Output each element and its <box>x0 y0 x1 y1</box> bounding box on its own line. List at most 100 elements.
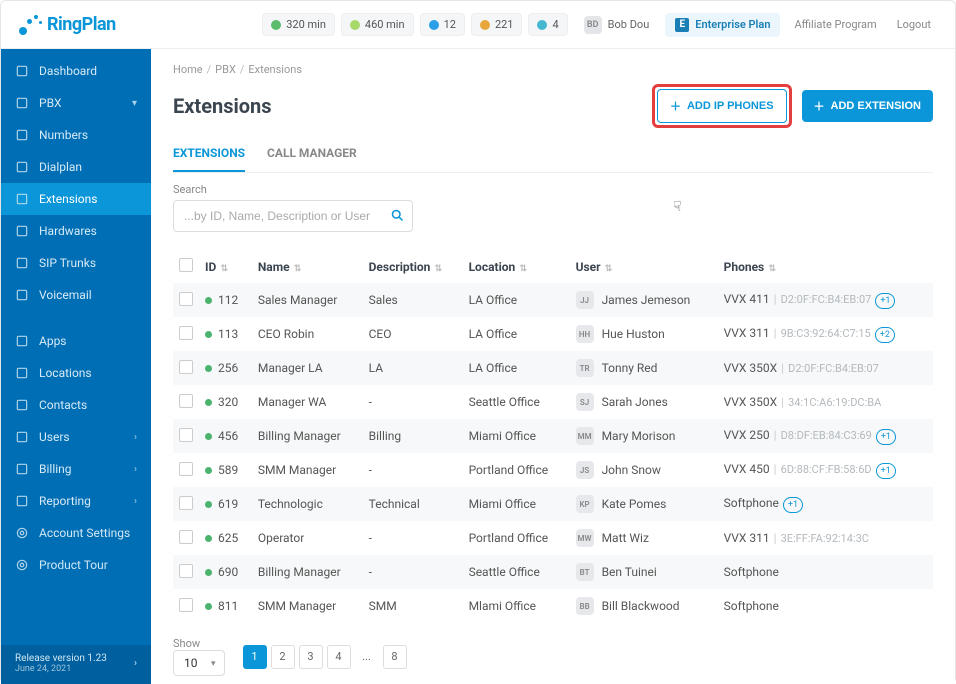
sidebar-item-pbx[interactable]: PBX▾ <box>1 87 151 119</box>
sidebar-item-extensions[interactable]: Extensions <box>1 183 151 215</box>
phone-count-badge[interactable]: +1 <box>876 429 896 445</box>
sidebar-item-voicemail[interactable]: Voicemail <box>1 279 151 311</box>
sidebar-item-dialplan[interactable]: Dialplan <box>1 151 151 183</box>
table-row[interactable]: 113 CEO Robin CEO LA Office HHHue Huston… <box>173 317 933 351</box>
table-row[interactable]: 625 Operator - Portland Office MWMatt Wi… <box>173 521 933 555</box>
row-checkbox[interactable] <box>179 360 193 374</box>
page-size-select[interactable]: 10 ▾ <box>173 650 225 676</box>
ext-id: 690 <box>218 565 238 579</box>
sidebar-item-billing[interactable]: Billing› <box>1 453 151 485</box>
breadcrumb-part: Extensions <box>248 63 302 76</box>
phone-model: Softphone <box>724 599 779 613</box>
sidebar-item-users[interactable]: Users› <box>1 421 151 453</box>
stat-value: 320 min <box>286 18 326 31</box>
ext-description: Sales <box>363 283 463 317</box>
row-checkbox[interactable] <box>179 462 193 476</box>
table-row[interactable]: 690 Billing Manager - Seattle Office BTB… <box>173 555 933 589</box>
stat-pill-1[interactable]: 460 min <box>341 13 414 36</box>
row-checkbox[interactable] <box>179 326 193 340</box>
stat-value: 460 min <box>365 18 405 31</box>
phone-count-badge[interactable]: +1 <box>783 497 803 513</box>
add-extension-button[interactable]: ＋ ADD EXTENSION <box>802 90 933 122</box>
logo-dots-icon <box>19 15 43 35</box>
row-checkbox[interactable] <box>179 428 193 442</box>
breadcrumb-part[interactable]: PBX <box>215 63 236 76</box>
search-input[interactable] <box>173 200 413 232</box>
sidebar-item-hardwares[interactable]: Hardwares <box>1 215 151 247</box>
table-row[interactable]: 811 SMM Manager SMM Mlami Office BBBill … <box>173 589 933 623</box>
gear-icon <box>15 526 29 540</box>
sort-icon: ⇅ <box>603 264 613 274</box>
ext-id: 625 <box>218 531 238 545</box>
status-dot-icon <box>205 467 212 474</box>
logo[interactable]: RingPlan <box>19 14 116 35</box>
column-id[interactable]: ID ⇅ <box>199 250 252 283</box>
row-checkbox[interactable] <box>179 564 193 578</box>
highlight-annotation: ＋ ADD IP PHONES <box>652 84 792 128</box>
select-all-checkbox[interactable] <box>179 258 193 272</box>
phone-model: Softphone <box>724 496 779 510</box>
stat-pill-2[interactable]: 12 <box>420 13 465 36</box>
page-8[interactable]: 8 <box>383 645 407 669</box>
tab-extensions[interactable]: EXTENSIONS <box>173 138 245 172</box>
column-user[interactable]: User ⇅ <box>570 250 718 283</box>
user-avatar-icon: TR <box>576 359 594 377</box>
row-checkbox[interactable] <box>179 496 193 510</box>
table-row[interactable]: 256 Manager LA LA LA Office TRTonny Red … <box>173 351 933 385</box>
table-row[interactable]: 320 Manager WA - Seattle Office SJSarah … <box>173 385 933 419</box>
stat-pill-4[interactable]: 4 <box>528 13 567 36</box>
user-menu[interactable]: BD Bob Dou <box>576 12 658 38</box>
phone-count-badge[interactable]: +2 <box>875 327 895 343</box>
tab-call-manager[interactable]: CALL MANAGER <box>267 138 357 172</box>
nav-icon <box>15 288 29 302</box>
add-ip-phones-button[interactable]: ＋ ADD IP PHONES <box>657 89 787 123</box>
plan-badge[interactable]: E Enterprise Plan <box>665 13 780 37</box>
sidebar-bottom-account-settings[interactable]: Account Settings <box>1 517 151 549</box>
ext-location: Portland Office <box>463 453 570 487</box>
phone-mac: 9B:C3:92:64:C7:15 <box>781 327 871 340</box>
sidebar-item-dashboard[interactable]: Dashboard <box>1 55 151 87</box>
column-location[interactable]: Location ⇅ <box>463 250 570 283</box>
breadcrumb-part[interactable]: Home <box>173 63 203 76</box>
table-row[interactable]: 619 Technologic Technical Miami Office K… <box>173 487 933 521</box>
column-description[interactable]: Description ⇅ <box>363 250 463 283</box>
sidebar-item-apps[interactable]: Apps <box>1 325 151 357</box>
release-banner[interactable]: Release version 1.23 June 24, 2021 › <box>1 645 151 684</box>
column-phones[interactable]: Phones ⇅ <box>718 250 933 283</box>
row-checkbox[interactable] <box>179 394 193 408</box>
page-1[interactable]: 1 <box>243 645 267 669</box>
affiliate-link[interactable]: Affiliate Program <box>788 14 882 35</box>
table-row[interactable]: 589 SMM Manager - Portland Office JSJohn… <box>173 453 933 487</box>
sidebar-item-reporting[interactable]: Reporting› <box>1 485 151 517</box>
sidebar-item-numbers[interactable]: Numbers <box>1 119 151 151</box>
stat-pill-3[interactable]: 221 <box>471 13 523 36</box>
sidebar-item-sip-trunks[interactable]: SIP Trunks <box>1 247 151 279</box>
row-checkbox[interactable] <box>179 530 193 544</box>
stat-pill-0[interactable]: 320 min <box>262 13 335 36</box>
phone-model: VVX 350X <box>724 361 778 375</box>
logout-link[interactable]: Logout <box>891 14 937 35</box>
page-2[interactable]: 2 <box>271 645 295 669</box>
sort-icon: ⇅ <box>432 264 442 274</box>
search-icon[interactable] <box>390 208 405 227</box>
phone-count-badge[interactable]: +1 <box>875 293 895 309</box>
row-checkbox[interactable] <box>179 292 193 306</box>
table-row[interactable]: 456 Billing Manager Billing Miami Office… <box>173 419 933 453</box>
ext-description: Technical <box>363 487 463 521</box>
status-dot-icon <box>205 399 212 406</box>
page-3[interactable]: 3 <box>299 645 323 669</box>
page-size-value: 10 <box>184 656 198 670</box>
ext-description: LA <box>363 351 463 385</box>
page-4[interactable]: 4 <box>327 645 351 669</box>
sidebar-item-locations[interactable]: Locations <box>1 357 151 389</box>
ext-name: Sales Manager <box>252 283 363 317</box>
column-name[interactable]: Name ⇅ <box>252 250 363 283</box>
phone-count-badge[interactable]: +1 <box>876 463 896 479</box>
tabs: EXTENSIONS CALL MANAGER <box>173 138 933 173</box>
phone-mac: 34:1C:A6:19:DC:BA <box>788 396 881 409</box>
row-checkbox[interactable] <box>179 598 193 612</box>
ext-name: CEO Robin <box>252 317 363 351</box>
sidebar-bottom-product-tour[interactable]: Product Tour <box>1 549 151 581</box>
sidebar-item-contacts[interactable]: Contacts <box>1 389 151 421</box>
table-row[interactable]: 112 Sales Manager Sales LA Office JJJame… <box>173 283 933 317</box>
